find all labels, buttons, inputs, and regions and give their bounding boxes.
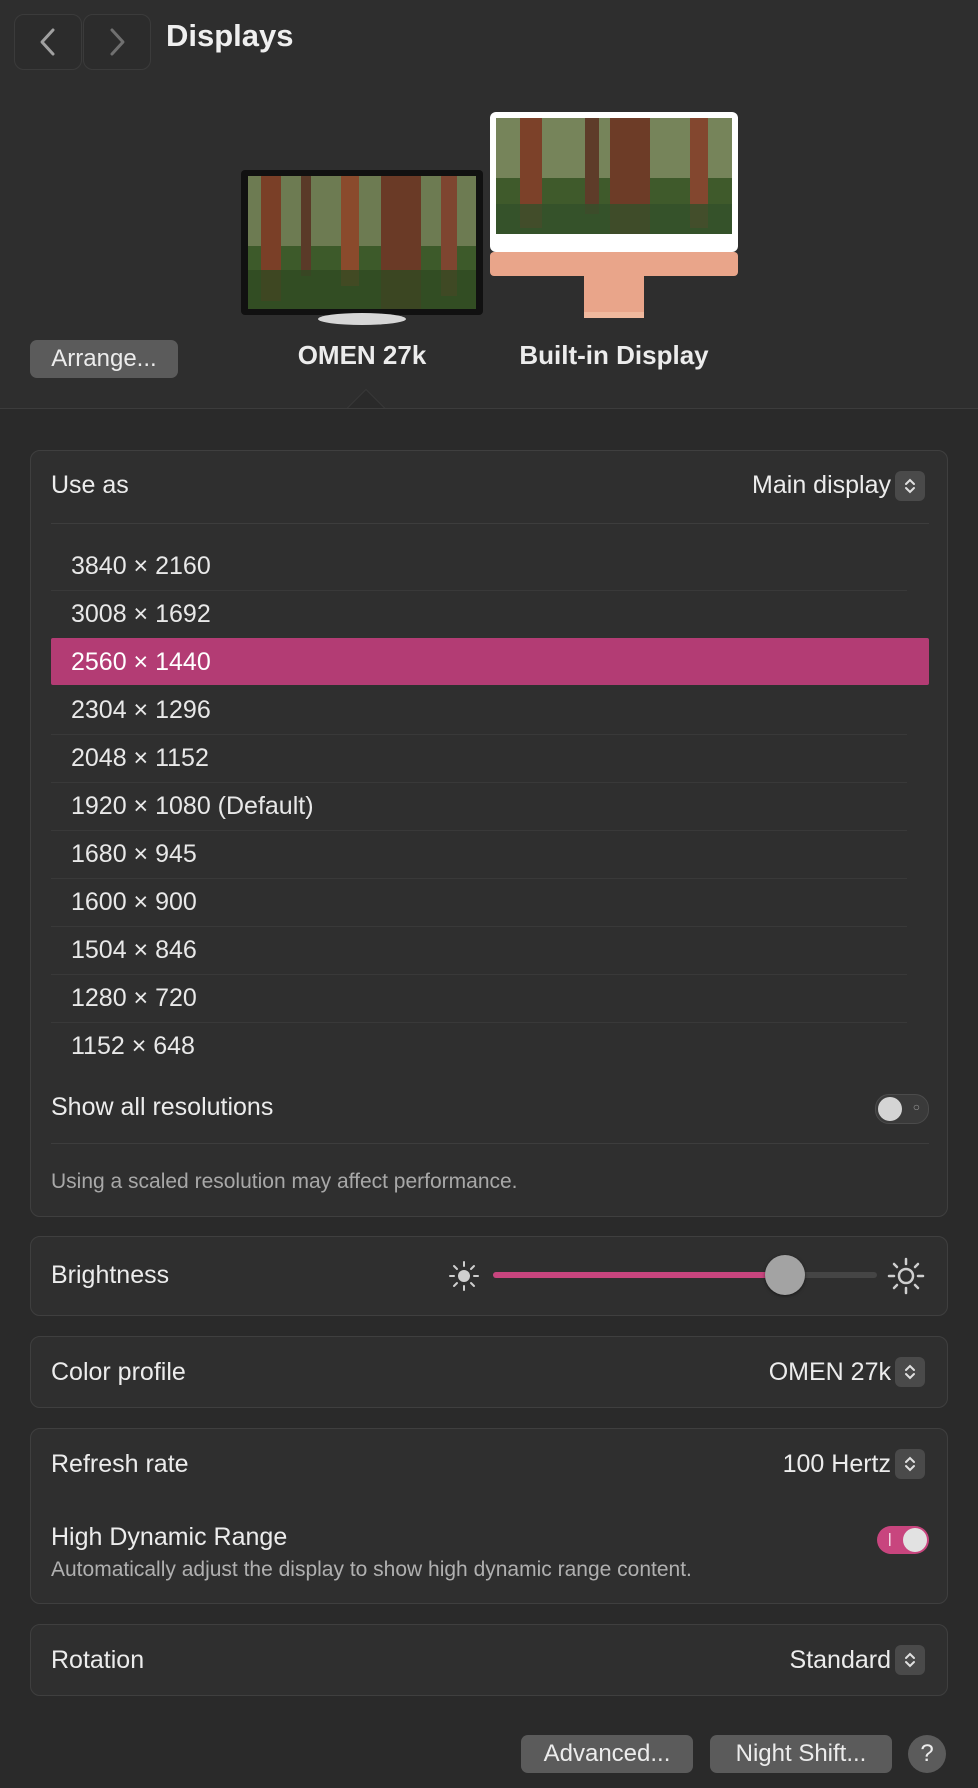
imac-icon	[490, 112, 738, 318]
resolution-option[interactable]: 1504 × 846	[51, 926, 929, 973]
toggle-on-glyph: |	[888, 1530, 892, 1546]
refresh-hdr-card: Refresh rate 100 Hertz High Dynamic Rang…	[30, 1428, 948, 1604]
resolution-option[interactable]: 1600 × 900	[51, 878, 929, 925]
resolution-option[interactable]: 1920 × 1080 (Default)	[51, 782, 929, 829]
display-label-builtin[interactable]: Built-in Display	[504, 340, 724, 371]
resolution-option[interactable]: 2304 × 1296	[51, 686, 929, 733]
display-label-omen[interactable]: OMEN 27k	[282, 340, 442, 371]
back-button[interactable]	[14, 14, 82, 70]
brightness-slider[interactable]	[493, 1255, 877, 1295]
show-all-resolutions-label: Show all resolutions	[51, 1093, 274, 1121]
night-shift-button[interactable]: Night Shift...	[710, 1735, 892, 1773]
arrange-button[interactable]: Arrange...	[30, 340, 178, 378]
toggle-off-glyph: ○	[912, 1100, 920, 1114]
display-thumbnail-builtin[interactable]	[490, 112, 738, 322]
color-profile-card: Color profile OMEN 27k	[30, 1336, 948, 1408]
rotation-label: Rotation	[51, 1646, 145, 1674]
up-down-chevron-icon	[905, 1652, 915, 1668]
refresh-rate-value[interactable]: 100 Hertz	[783, 1450, 891, 1479]
use-as-stepper[interactable]	[895, 471, 925, 501]
display-thumbnail-omen[interactable]	[241, 170, 483, 326]
hdr-label: High Dynamic Range	[51, 1523, 288, 1551]
use-as-value[interactable]: Main display	[752, 471, 891, 500]
brightness-knob[interactable]	[765, 1255, 805, 1295]
resolution-option[interactable]: 3008 × 1692	[51, 590, 929, 637]
scaled-resolution-note: Using a scaled resolution may affect per…	[51, 1170, 518, 1193]
help-button[interactable]: ?	[908, 1735, 946, 1773]
brightness-card: Brightness	[30, 1236, 948, 1316]
use-as-label: Use as	[51, 471, 129, 499]
sun-small-icon	[449, 1261, 479, 1291]
up-down-chevron-icon	[905, 478, 915, 494]
up-down-chevron-icon	[905, 1456, 915, 1472]
up-down-chevron-icon	[905, 1364, 915, 1380]
color-profile-label: Color profile	[51, 1358, 186, 1386]
resolution-option[interactable]: 1152 × 648	[51, 1022, 929, 1069]
rotation-stepper[interactable]	[895, 1645, 925, 1675]
chevron-right-icon	[110, 28, 125, 56]
forward-button[interactable]	[83, 14, 151, 70]
display-header: Displays Arrange... OMEN 27k Built-in Di…	[0, 0, 978, 409]
brightness-label: Brightness	[51, 1261, 170, 1289]
resolution-option[interactable]: 1680 × 945	[51, 830, 929, 877]
chevron-left-icon	[40, 28, 55, 56]
resolution-option[interactable]: 2048 × 1152	[51, 734, 929, 781]
external-monitor-icon	[241, 170, 483, 325]
resolution-option[interactable]: 1280 × 720	[51, 974, 929, 1021]
page-title: Displays	[166, 18, 294, 53]
hdr-description: Automatically adjust the display to show…	[51, 1558, 692, 1581]
resolution-card: Use as Main display 3840 × 2160 3008 × 1…	[30, 450, 948, 1217]
color-profile-stepper[interactable]	[895, 1357, 925, 1387]
hdr-toggle[interactable]: |	[877, 1526, 929, 1554]
brightness-fill	[493, 1272, 785, 1278]
resolution-option[interactable]: 3840 × 2160	[51, 542, 929, 589]
refresh-rate-stepper[interactable]	[895, 1449, 925, 1479]
sun-large-icon	[887, 1257, 925, 1295]
show-all-resolutions-toggle[interactable]: ○	[875, 1094, 929, 1124]
refresh-rate-label: Refresh rate	[51, 1450, 189, 1478]
color-profile-value[interactable]: OMEN 27k	[769, 1358, 891, 1387]
rotation-card: Rotation Standard	[30, 1624, 948, 1696]
advanced-button[interactable]: Advanced...	[521, 1735, 693, 1773]
resolution-option-selected[interactable]: 2560 × 1440	[51, 638, 929, 685]
rotation-value[interactable]: Standard	[790, 1646, 891, 1675]
